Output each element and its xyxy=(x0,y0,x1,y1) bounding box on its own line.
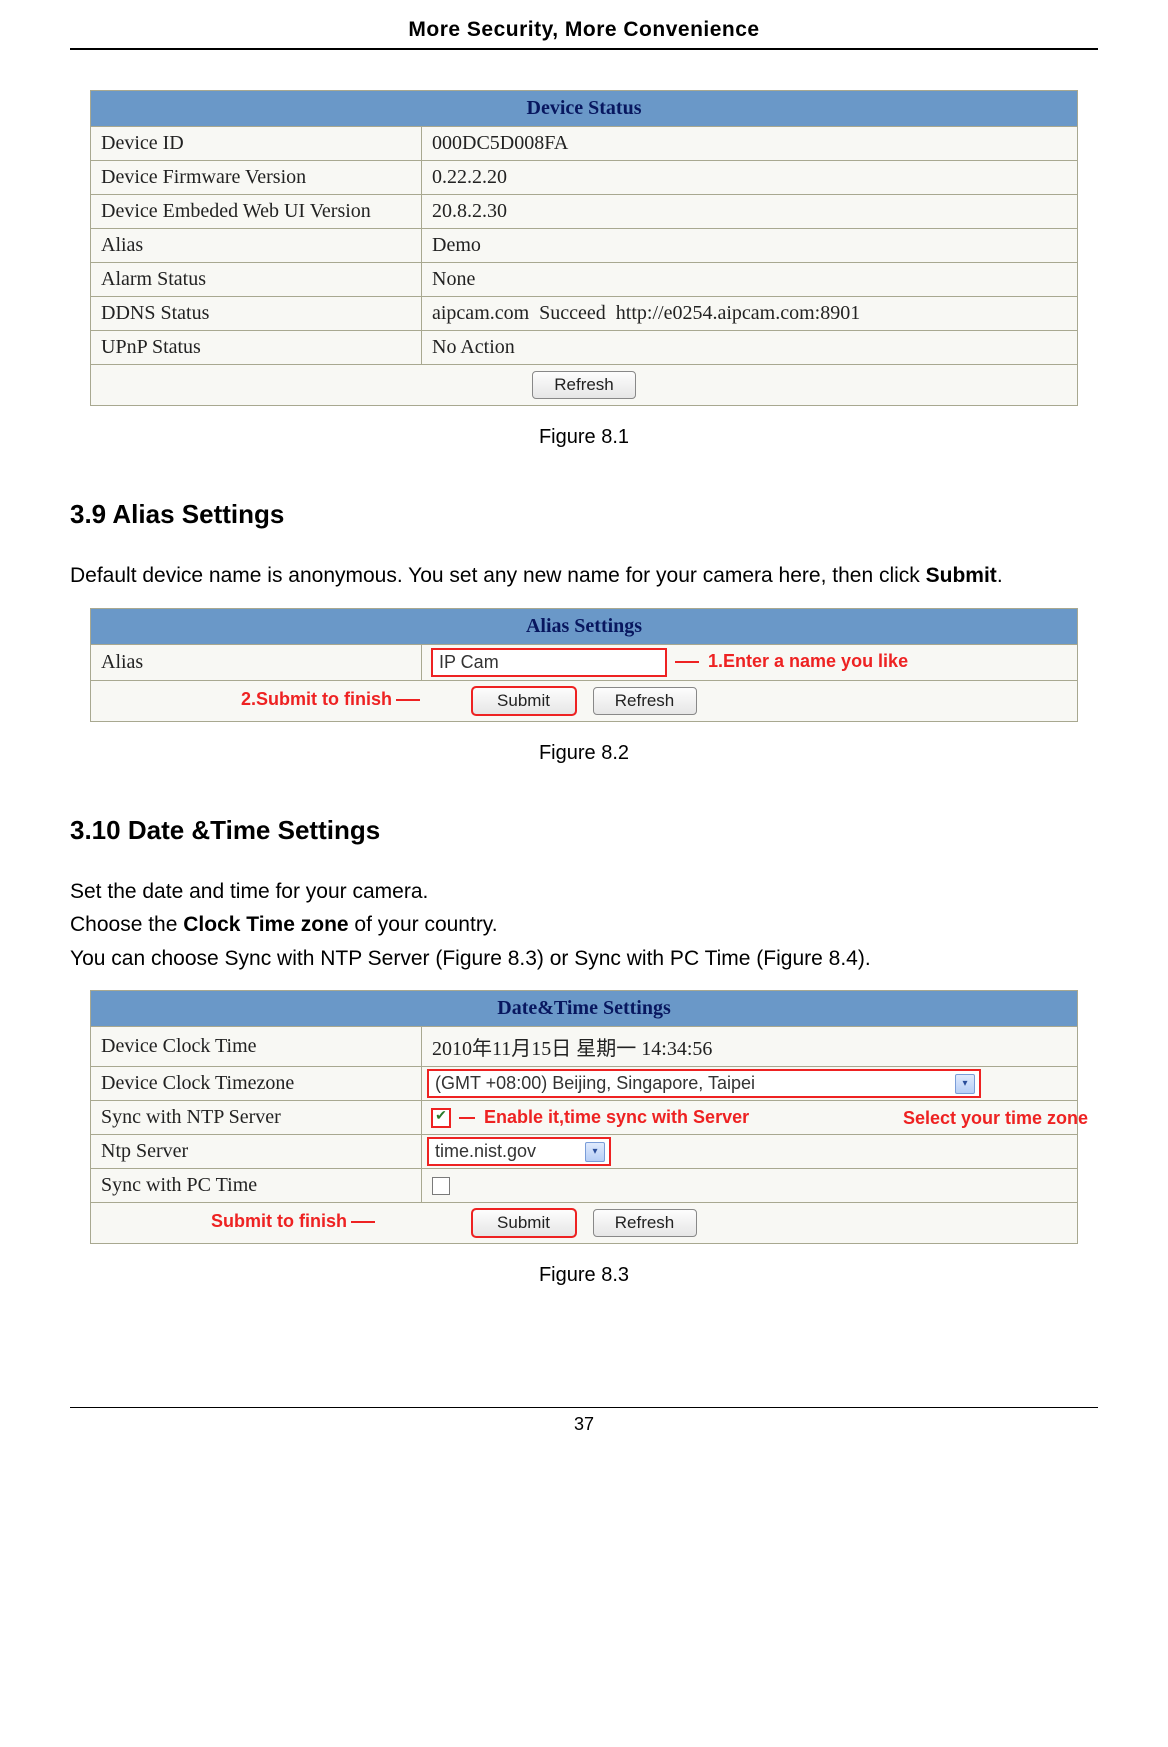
text-bold: Submit xyxy=(926,564,997,587)
chevron-down-icon: ▾ xyxy=(585,1142,605,1162)
refresh-button[interactable]: Refresh xyxy=(593,687,697,715)
submit-button[interactable]: Submit xyxy=(472,687,576,715)
alias-settings-intro: Default device name is anonymous. You se… xyxy=(70,560,1098,592)
timezone-select-value: (GMT +08:00) Beijing, Singapore, Taipei xyxy=(435,1073,755,1094)
refresh-button[interactable]: Refresh xyxy=(593,1209,697,1237)
clock-timezone-label: Device Clock Timezone xyxy=(91,1067,422,1101)
page-number: 37 xyxy=(70,1407,1098,1435)
sync-pc-checkbox[interactable] xyxy=(432,1177,450,1195)
figure-caption-8-3: Figure 8.3 xyxy=(70,1264,1098,1287)
figure-8-2: Alias Settings Alias IP Cam 1.Enter a na… xyxy=(90,608,1078,722)
row-label: DDNS Status xyxy=(91,297,422,331)
annotation-select-timezone: Select your time zone xyxy=(903,1108,1088,1129)
text-span: . xyxy=(997,564,1003,587)
refresh-button[interactable]: Refresh xyxy=(532,371,636,399)
text-bold: Clock Time zone xyxy=(183,913,348,936)
text-span: Default device name is anonymous. You se… xyxy=(70,564,926,587)
annotation-submit-finish: 2.Submit to finish xyxy=(241,689,420,710)
annotation-text: Submit to finish xyxy=(211,1211,347,1231)
figure-caption-8-1: Figure 8.1 xyxy=(70,426,1098,449)
alias-settings-table: Alias Settings Alias IP Cam 1.Enter a na… xyxy=(90,608,1078,722)
annotation-enable-ntp: Enable it,time sync with Server xyxy=(484,1107,749,1127)
figure-8-3: Date&Time Settings Device Clock Time 201… xyxy=(90,990,1078,1244)
chevron-down-icon: ▾ xyxy=(955,1074,975,1094)
annotation-submit-finish: Submit to finish xyxy=(211,1211,375,1232)
datetime-settings-header: Date&Time Settings xyxy=(91,991,1078,1027)
datetime-p1: Set the date and time for your camera. xyxy=(70,876,1098,908)
text-span: Choose the xyxy=(70,913,183,936)
row-label: UPnP Status xyxy=(91,331,422,365)
sync-ntp-label: Sync with NTP Server xyxy=(91,1101,422,1135)
annotation-enter-name: 1.Enter a name you like xyxy=(708,651,908,671)
submit-button[interactable]: Submit xyxy=(472,1209,576,1237)
clock-time-value: 2010年11月15日 星期一 14:34:56 xyxy=(422,1027,1078,1067)
annotation-line xyxy=(351,1221,375,1223)
device-status-header: Device Status xyxy=(91,91,1078,127)
row-value: None xyxy=(422,263,1078,297)
ntp-server-value: time.nist.gov xyxy=(435,1141,536,1162)
annotation-text: 2.Submit to finish xyxy=(241,689,392,709)
annotation-line xyxy=(459,1117,475,1119)
ntp-server-label: Ntp Server xyxy=(91,1135,422,1169)
row-label: Device ID xyxy=(91,127,422,161)
row-value: Demo xyxy=(422,229,1078,263)
row-label: Alias xyxy=(91,229,422,263)
device-status-table: Device Status Device ID000DC5D008FA Devi… xyxy=(90,90,1078,406)
figure-caption-8-2: Figure 8.2 xyxy=(70,742,1098,765)
row-label: Device Embeded Web UI Version xyxy=(91,195,422,229)
alias-input[interactable]: IP Cam xyxy=(432,649,666,676)
ntp-server-select[interactable]: time.nist.gov ▾ xyxy=(428,1138,610,1165)
clock-time-label: Device Clock Time xyxy=(91,1027,422,1067)
row-value: 0.22.2.20 xyxy=(422,161,1078,195)
alias-label: Alias xyxy=(91,644,422,680)
alias-settings-header: Alias Settings xyxy=(91,608,1078,644)
row-value: No Action xyxy=(422,331,1078,365)
text-span: of your country. xyxy=(349,913,498,936)
heading-alias-settings: 3.9 Alias Settings xyxy=(70,499,1098,530)
annotation-line xyxy=(675,661,699,663)
row-value: 000DC5D008FA xyxy=(422,127,1078,161)
heading-datetime-settings: 3.10 Date &Time Settings xyxy=(70,815,1098,846)
row-label: Device Firmware Version xyxy=(91,161,422,195)
page-header: More Security, More Convenience xyxy=(70,18,1098,50)
figure-8-1: Device Status Device ID000DC5D008FA Devi… xyxy=(90,90,1078,406)
datetime-p3: You can choose Sync with NTP Server (Fig… xyxy=(70,943,1098,975)
sync-pc-label: Sync with PC Time xyxy=(91,1169,422,1203)
datetime-p2: Choose the Clock Time zone of your count… xyxy=(70,909,1098,941)
row-label: Alarm Status xyxy=(91,263,422,297)
annotation-line xyxy=(396,699,420,701)
row-value: 20.8.2.30 xyxy=(422,195,1078,229)
row-value: aipcam.com Succeed http://e0254.aipcam.c… xyxy=(422,297,1078,331)
timezone-select[interactable]: (GMT +08:00) Beijing, Singapore, Taipei … xyxy=(428,1070,980,1097)
sync-ntp-checkbox[interactable]: ✔ xyxy=(432,1109,450,1127)
